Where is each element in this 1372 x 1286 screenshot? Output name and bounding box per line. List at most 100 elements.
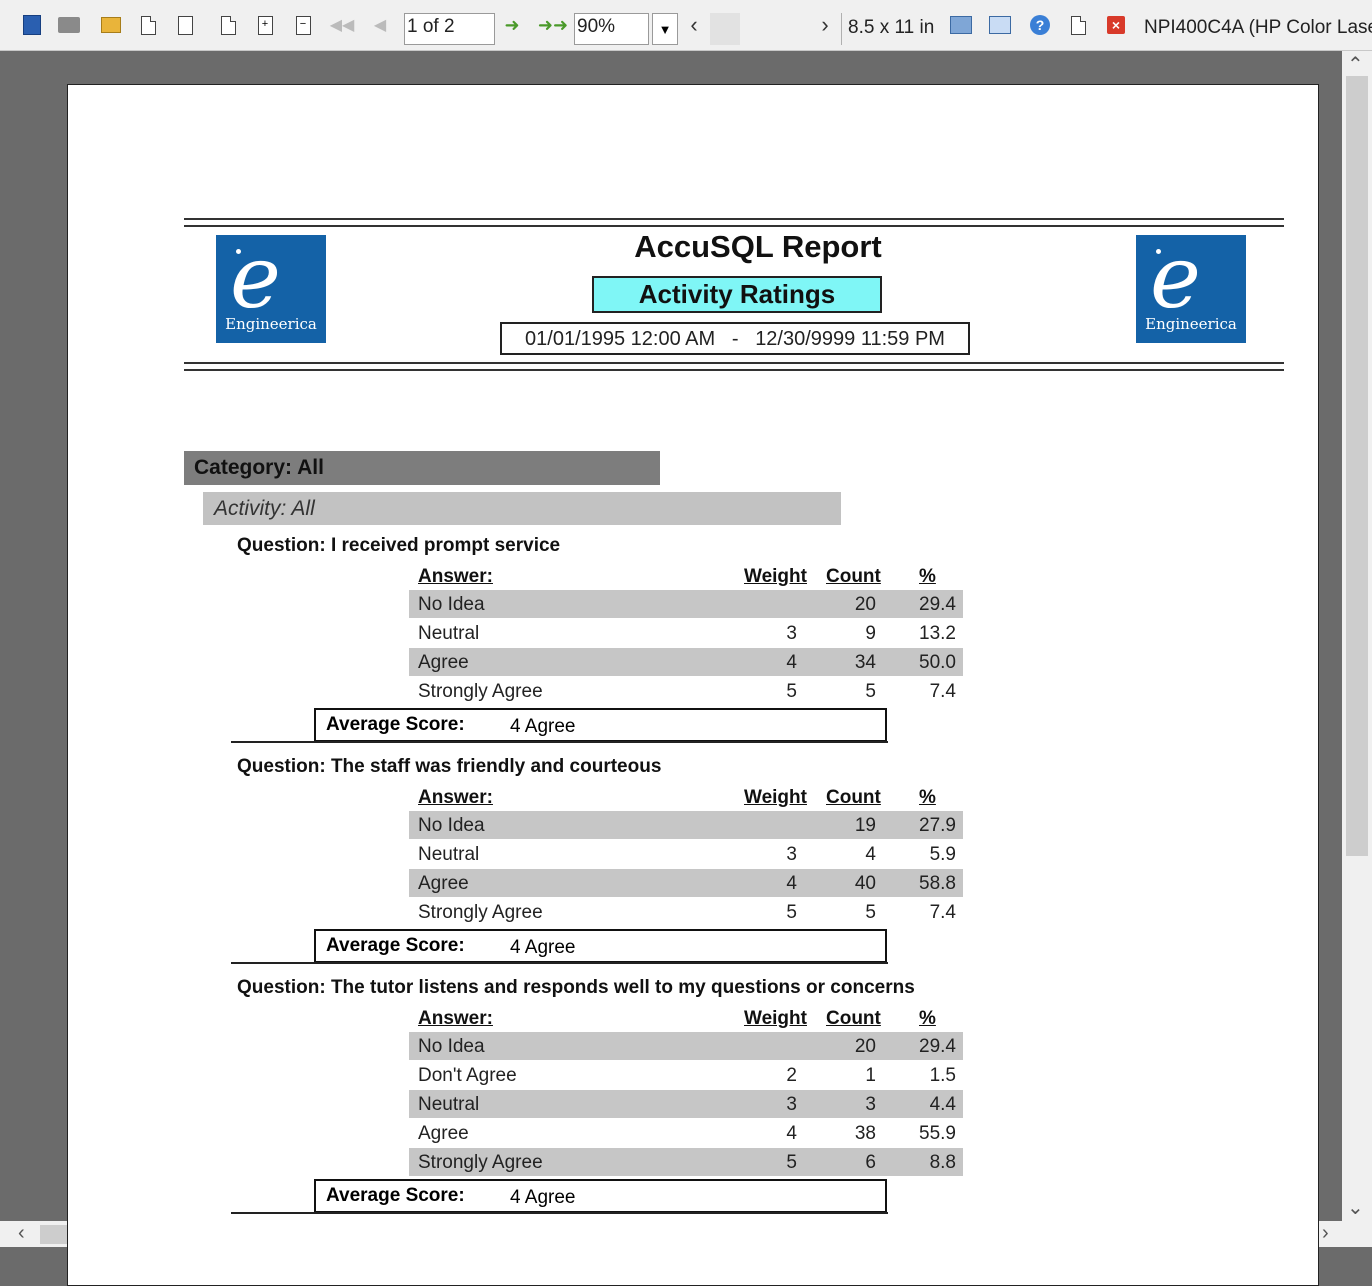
answer-row: Neutral 3 3 4.4 — [409, 1090, 963, 1118]
scroll-left-button[interactable]: ‹ — [681, 12, 707, 37]
multi-page-button[interactable] — [216, 13, 240, 37]
printer-icon — [58, 17, 80, 33]
percent-cell: 7.4 — [929, 681, 956, 702]
answer-cell: Neutral — [418, 1094, 480, 1115]
close-button[interactable]: × — [1102, 13, 1130, 37]
count-cell: 20 — [854, 1036, 876, 1057]
answer-column-header: Answer: — [418, 1008, 493, 1029]
activity-header: Activity: All — [203, 492, 841, 525]
percent-cell: 13.2 — [919, 623, 956, 644]
scroll-right-icon[interactable]: › — [1322, 1222, 1329, 1245]
scroll-right-button[interactable]: › — [812, 12, 838, 37]
zoom-dropdown-button[interactable]: ▼ — [652, 13, 678, 45]
page-icon — [177, 15, 193, 35]
properties-button[interactable] — [1066, 13, 1090, 37]
export-button[interactable] — [986, 13, 1014, 37]
two-page-button[interactable] — [173, 13, 197, 37]
chevron-down-icon: ▼ — [658, 21, 672, 37]
engineerica-logo-right: e Engineerica — [1136, 235, 1246, 343]
average-score-box: Average Score: 4 Agree — [314, 1179, 887, 1213]
count-cell: 34 — [854, 652, 876, 673]
weight-cell: 3 — [786, 1094, 797, 1115]
save-button[interactable] — [20, 13, 44, 37]
report-subtitle: Activity Ratings — [592, 276, 882, 313]
paper-size-label: 8.5 x 11 in — [848, 17, 935, 38]
average-score-box: Average Score: 4 Agree — [314, 708, 887, 742]
printer-name-label: NPI400C4A (HP Color Laser — [1144, 17, 1372, 38]
next-page-button[interactable]: ➜ — [500, 13, 524, 37]
scroll-left-icon[interactable]: ‹ — [18, 1222, 25, 1245]
zoom-input[interactable]: 90% — [574, 13, 649, 45]
page-number-input[interactable]: 1 of 2 — [404, 13, 495, 45]
report-page: e Engineerica e Engineerica AccuSQL Repo… — [67, 84, 1319, 1286]
answer-cell: Neutral — [418, 623, 480, 644]
weight-cell: 5 — [786, 681, 797, 702]
average-score-value: 4 Agree — [510, 1187, 576, 1208]
vertical-scroll-thumb[interactable] — [1346, 76, 1368, 856]
report-title: AccuSQL Report — [634, 229, 882, 264]
answer-row: No Idea 20 29.4 — [409, 1032, 963, 1060]
viewer-toolbar: + − ◀◀ ◀ 1 of 2 ➜ ➜➜ 90% ▼ ‹ › 8.5 x 11 … — [0, 0, 1372, 51]
category-header: Category: All — [184, 451, 660, 485]
count-cell: 5 — [865, 681, 876, 702]
answer-column-header: Answer: — [418, 787, 493, 808]
answer-cell: Strongly Agree — [418, 1152, 543, 1173]
previous-page-icon: ◀ — [373, 17, 387, 34]
percent-cell: 58.8 — [919, 873, 956, 894]
chevron-left-icon: ‹ — [690, 12, 698, 37]
percent-cell: 7.4 — [929, 902, 956, 923]
question-divider — [231, 741, 888, 743]
count-cell: 40 — [854, 873, 876, 894]
help-button[interactable]: ? — [1026, 13, 1054, 37]
print-button[interactable] — [56, 13, 82, 37]
answer-cell: Neutral — [418, 844, 480, 865]
help-icon: ? — [1030, 15, 1050, 35]
close-icon: × — [1107, 16, 1125, 34]
open-folder-icon — [101, 17, 121, 33]
first-page-icon: ◀◀ — [329, 17, 355, 34]
answer-row: Agree 4 34 50.0 — [409, 648, 963, 676]
zoom-out-button[interactable]: − — [290, 13, 316, 37]
percent-cell: 8.8 — [929, 1152, 956, 1173]
count-column-header: Count — [826, 1008, 881, 1029]
count-cell: 5 — [865, 902, 876, 923]
engineerica-logo-left: e Engineerica — [216, 235, 326, 343]
weight-cell: 3 — [786, 623, 797, 644]
zoom-out-icon: − — [295, 15, 311, 35]
zoom-in-button[interactable]: + — [252, 13, 278, 37]
answer-cell: No Idea — [418, 1036, 485, 1057]
count-column-header: Count — [826, 566, 881, 587]
answer-cell: Strongly Agree — [418, 902, 543, 923]
toolbar-scroll-thumb[interactable] — [710, 13, 740, 45]
average-score-value: 4 Agree — [510, 716, 576, 737]
first-page-button[interactable]: ◀◀ — [328, 13, 356, 37]
weight-cell: 4 — [786, 652, 797, 673]
scroll-up-icon[interactable]: ⌃ — [1347, 52, 1364, 77]
answer-row: Neutral 3 9 13.2 — [409, 619, 963, 647]
answer-row: Strongly Agree 5 5 7.4 — [409, 677, 963, 705]
previous-page-button[interactable]: ◀ — [370, 13, 390, 37]
page-setup-button[interactable] — [946, 13, 976, 37]
count-cell: 38 — [854, 1123, 876, 1144]
answer-cell: Agree — [418, 652, 469, 673]
count-cell: 9 — [865, 623, 876, 644]
answer-row: Strongly Agree 5 5 7.4 — [409, 898, 963, 926]
percent-cell: 1.5 — [929, 1065, 956, 1086]
scroll-down-icon[interactable]: ⌄ — [1347, 1195, 1364, 1220]
weight-column-header: Weight — [744, 1008, 807, 1029]
average-score-label: Average Score: — [326, 935, 465, 956]
count-cell: 3 — [865, 1094, 876, 1115]
next-page-icon: ➜ — [504, 14, 520, 35]
percent-cell: 29.4 — [919, 1036, 956, 1057]
answer-cell: Agree — [418, 873, 469, 894]
weight-cell: 2 — [786, 1065, 797, 1086]
save-icon — [23, 15, 41, 35]
open-button[interactable] — [98, 13, 124, 37]
answer-cell: Agree — [418, 1123, 469, 1144]
page-icon — [140, 15, 156, 35]
average-score-box: Average Score: 4 Agree — [314, 929, 887, 963]
single-page-button[interactable] — [136, 13, 160, 37]
question-divider — [231, 1212, 888, 1214]
weight-cell: 5 — [786, 902, 797, 923]
last-page-button[interactable]: ➜➜ — [536, 13, 570, 37]
